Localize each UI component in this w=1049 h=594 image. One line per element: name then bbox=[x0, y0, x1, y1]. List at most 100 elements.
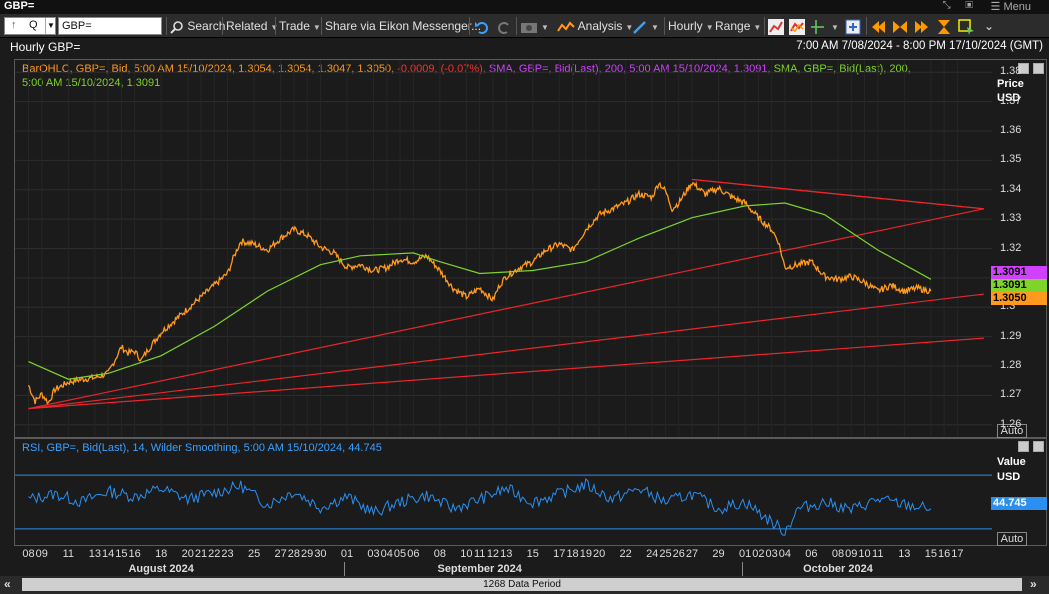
scroll-right-icon[interactable]: » bbox=[1030, 578, 1037, 591]
scroll-left-button[interactable] bbox=[870, 16, 886, 36]
analysis-menu[interactable]: Analysis ▼ bbox=[557, 16, 633, 36]
toolbar-divider bbox=[166, 17, 167, 35]
price-tick-label: 1.28 bbox=[1000, 359, 1022, 372]
zoom-horizontal-button[interactable] bbox=[892, 16, 908, 36]
x-tick-label: 03 bbox=[367, 548, 380, 560]
undo-button[interactable] bbox=[474, 16, 490, 36]
zoom-vertical-icon bbox=[938, 19, 950, 34]
x-tick-label: 27 bbox=[274, 548, 287, 560]
arrow-left-icon bbox=[872, 20, 885, 33]
toolbar-divider bbox=[764, 17, 765, 35]
x-tick-label: 15 bbox=[115, 548, 128, 560]
price-tick-label: 1.26 bbox=[1000, 417, 1022, 430]
caret-down-icon: ▼ bbox=[651, 23, 659, 32]
line-chart-icon bbox=[768, 18, 784, 35]
price-tick-label: 1.33 bbox=[1000, 212, 1022, 225]
x-tick-label: 06 bbox=[407, 548, 420, 560]
caret-down-icon: ▼ bbox=[705, 23, 714, 32]
x-tick-label: 25 bbox=[247, 548, 261, 560]
menu-button[interactable]: ☰ Menu bbox=[991, 0, 1031, 13]
x-tick-label: 13 bbox=[898, 548, 911, 560]
camera-icon bbox=[521, 22, 537, 33]
x-tick-label: 22 bbox=[208, 548, 221, 560]
window-controls[interactable]: ⤡ ▣ bbox=[943, 0, 979, 11]
panel-maximize-icon[interactable] bbox=[1018, 441, 1029, 452]
chart-style-button[interactable] bbox=[768, 16, 784, 36]
search-icon bbox=[170, 21, 183, 34]
price-panel bbox=[14, 59, 1047, 438]
related-label: Related bbox=[226, 19, 268, 33]
data-period-text: 1268 Data Period bbox=[479, 579, 565, 590]
compare-button[interactable] bbox=[789, 16, 805, 36]
month-label: August 2024 bbox=[128, 563, 194, 575]
window-title: GBP= bbox=[4, 0, 35, 12]
select-tool-button[interactable] bbox=[958, 16, 976, 36]
ric-input[interactable] bbox=[58, 17, 162, 35]
analysis-label: Analysis bbox=[577, 19, 623, 33]
panel-close-icon[interactable] bbox=[1033, 63, 1044, 74]
legend-sma-green-b: 5:00 AM 15/10/2024, 1.3091 bbox=[22, 77, 161, 89]
x-tick-label: 09 bbox=[35, 548, 48, 560]
price-axis-title: Price bbox=[997, 78, 1024, 90]
price-tick-label: 1.37 bbox=[1000, 94, 1022, 107]
time-scrollbar[interactable]: « 1268 Data Period » bbox=[0, 576, 1049, 594]
redo-icon bbox=[498, 21, 509, 34]
x-tick-label: 17 bbox=[951, 548, 964, 560]
price-tick-label: 1.34 bbox=[1000, 182, 1022, 195]
more-tools-button[interactable]: ⌄ bbox=[984, 16, 994, 36]
x-tick-label: 21 bbox=[194, 548, 208, 560]
x-tick-label: 26 bbox=[672, 548, 685, 560]
month-label: September 2024 bbox=[437, 563, 522, 575]
draw-tool-menu[interactable]: ▼ bbox=[632, 16, 659, 36]
x-tick-label: 04 bbox=[380, 548, 393, 560]
rsi-auto-button[interactable]: Auto bbox=[997, 532, 1027, 546]
redo-button[interactable] bbox=[496, 16, 512, 36]
ric-mode-selector[interactable]: ↑ Q ▼ bbox=[4, 17, 56, 35]
related-menu[interactable]: Related▼ bbox=[226, 16, 278, 36]
chart-title: Hourly GBP= bbox=[10, 40, 81, 54]
x-tick-label: 20 bbox=[181, 548, 194, 560]
x-tick-label: 30 bbox=[314, 548, 327, 560]
price-legend: BarOHLC, GBP=, Bid, 5:00 AM 15/10/2024, … bbox=[22, 62, 982, 90]
window-title-bar: GBP= ⤡ ▣ ☰ Menu bbox=[0, 0, 1049, 14]
undo-icon bbox=[475, 21, 488, 34]
x-tick-label: 29 bbox=[301, 548, 314, 560]
toolbar-divider bbox=[469, 17, 470, 35]
range-menu[interactable]: Range ▼ bbox=[715, 16, 761, 36]
compare-chart-icon bbox=[789, 18, 805, 35]
select-area-icon bbox=[958, 19, 974, 35]
toolbar-divider bbox=[275, 17, 276, 35]
x-tick-label: 05 bbox=[393, 548, 407, 560]
x-tick-label: 12 bbox=[486, 548, 500, 560]
x-tick-label: 27 bbox=[685, 548, 699, 560]
pencil-icon bbox=[633, 20, 646, 34]
add-panel-button[interactable] bbox=[845, 16, 861, 36]
month-separator bbox=[343, 562, 345, 576]
panel-close-icon[interactable] bbox=[1033, 441, 1044, 452]
interval-menu[interactable]: Hourly ▼ bbox=[668, 16, 714, 36]
crosshair-button[interactable]: ▼ bbox=[810, 16, 839, 36]
scroll-left-icon[interactable]: « bbox=[4, 578, 11, 591]
x-tick-label: 24 bbox=[646, 548, 659, 560]
share-button[interactable]: Share via Eikon Messenger... bbox=[325, 16, 481, 36]
zoom-horizontal-icon bbox=[893, 20, 907, 33]
price-tick-label: 1.35 bbox=[1000, 153, 1022, 166]
search-button[interactable]: Search bbox=[170, 16, 225, 36]
chart-type-button[interactable]: ▼ bbox=[520, 16, 549, 36]
chevron-down-icon[interactable]: ▼ bbox=[45, 18, 56, 34]
tag-sma-green: 1.3091 bbox=[991, 279, 1047, 292]
trade-menu[interactable]: Trade ▼ bbox=[279, 16, 321, 36]
scroll-thumb[interactable]: 1268 Data Period bbox=[22, 578, 1022, 591]
scroll-right-button[interactable] bbox=[914, 16, 930, 36]
x-tick-label: 23 bbox=[221, 548, 234, 560]
toolbar-divider bbox=[321, 17, 322, 35]
x-tick-label: 04 bbox=[778, 548, 791, 560]
price-tick-label: 1.38 bbox=[1000, 65, 1022, 78]
zoom-vertical-button[interactable] bbox=[936, 16, 952, 36]
analysis-icon bbox=[557, 21, 575, 32]
range-label: Range bbox=[715, 19, 751, 33]
double-chevron-down-icon: ⌄ bbox=[984, 19, 995, 33]
x-tick-label: 18 bbox=[566, 548, 579, 560]
rsi-axis-unit: USD bbox=[997, 471, 1021, 483]
date-range: 7:00 AM 7/08/2024 - 8:00 PM 17/10/2024 (… bbox=[796, 40, 1043, 52]
